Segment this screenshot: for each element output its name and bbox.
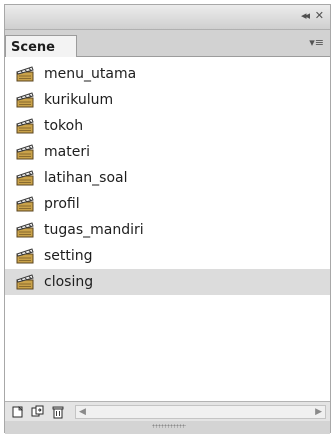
clapperboard-icon [16, 170, 34, 186]
panel-title-bar[interactable]: ◂◂ ✕ [5, 5, 330, 30]
clapperboard-icon [16, 144, 34, 160]
clapperboard-icon [16, 66, 34, 82]
grip-dots-icon [152, 424, 186, 428]
scene-list-item-selected[interactable]: closing [5, 269, 330, 295]
scene-label: kurikulum [44, 92, 114, 108]
tab-scene[interactable]: Scene [5, 35, 77, 57]
scene-list-item[interactable]: menu_utama [5, 61, 330, 87]
scene-label: tugas_mandiri [44, 222, 144, 238]
clapperboard-icon [16, 196, 34, 212]
scroll-left-arrow-icon[interactable]: ◀ [79, 406, 86, 418]
panel-toolbar: ◀ ▶ [5, 401, 330, 422]
scene-label: setting [44, 248, 93, 264]
clapperboard-icon [16, 92, 34, 108]
scene-label: menu_utama [44, 66, 137, 82]
clapperboard-icon [16, 222, 34, 238]
close-panel-button[interactable]: ✕ [315, 9, 324, 23]
scroll-right-arrow-icon[interactable]: ▶ [315, 406, 322, 418]
clapperboard-icon [16, 274, 34, 290]
scene-list-item[interactable]: tokoh [5, 113, 330, 139]
scene-label: materi [44, 144, 90, 160]
delete-scene-icon[interactable] [51, 405, 65, 419]
scene-list-item[interactable]: kurikulum [5, 87, 330, 113]
scene-list-item[interactable]: setting [5, 243, 330, 269]
scene-label: closing [44, 274, 94, 290]
scene-list: menu_utama kurikulum tokoh materi latiha… [5, 57, 330, 401]
panel-menu-button[interactable]: ▾≡ [309, 36, 324, 49]
add-scene-icon[interactable] [11, 405, 25, 419]
scene-list-item[interactable]: materi [5, 139, 330, 165]
collapse-panel-button[interactable]: ◂◂ [301, 9, 310, 23]
duplicate-scene-icon[interactable] [31, 405, 45, 419]
horizontal-scrollbar[interactable]: ◀ ▶ [75, 405, 326, 419]
scene-panel: ◂◂ ✕ Scene ▾≡ menu_utama kurikulum tokoh… [4, 4, 331, 434]
scene-label: latihan_soal [44, 170, 128, 186]
clapperboard-icon [16, 118, 34, 134]
scene-list-item[interactable]: profil [5, 191, 330, 217]
panel-resize-grip[interactable] [5, 421, 330, 434]
scene-list-item[interactable]: tugas_mandiri [5, 217, 330, 243]
scene-label: profil [44, 196, 80, 212]
scene-list-item[interactable]: latihan_soal [5, 165, 330, 191]
clapperboard-icon [16, 248, 34, 264]
scene-label: tokoh [44, 118, 84, 134]
tab-row: Scene ▾≡ [5, 30, 330, 57]
